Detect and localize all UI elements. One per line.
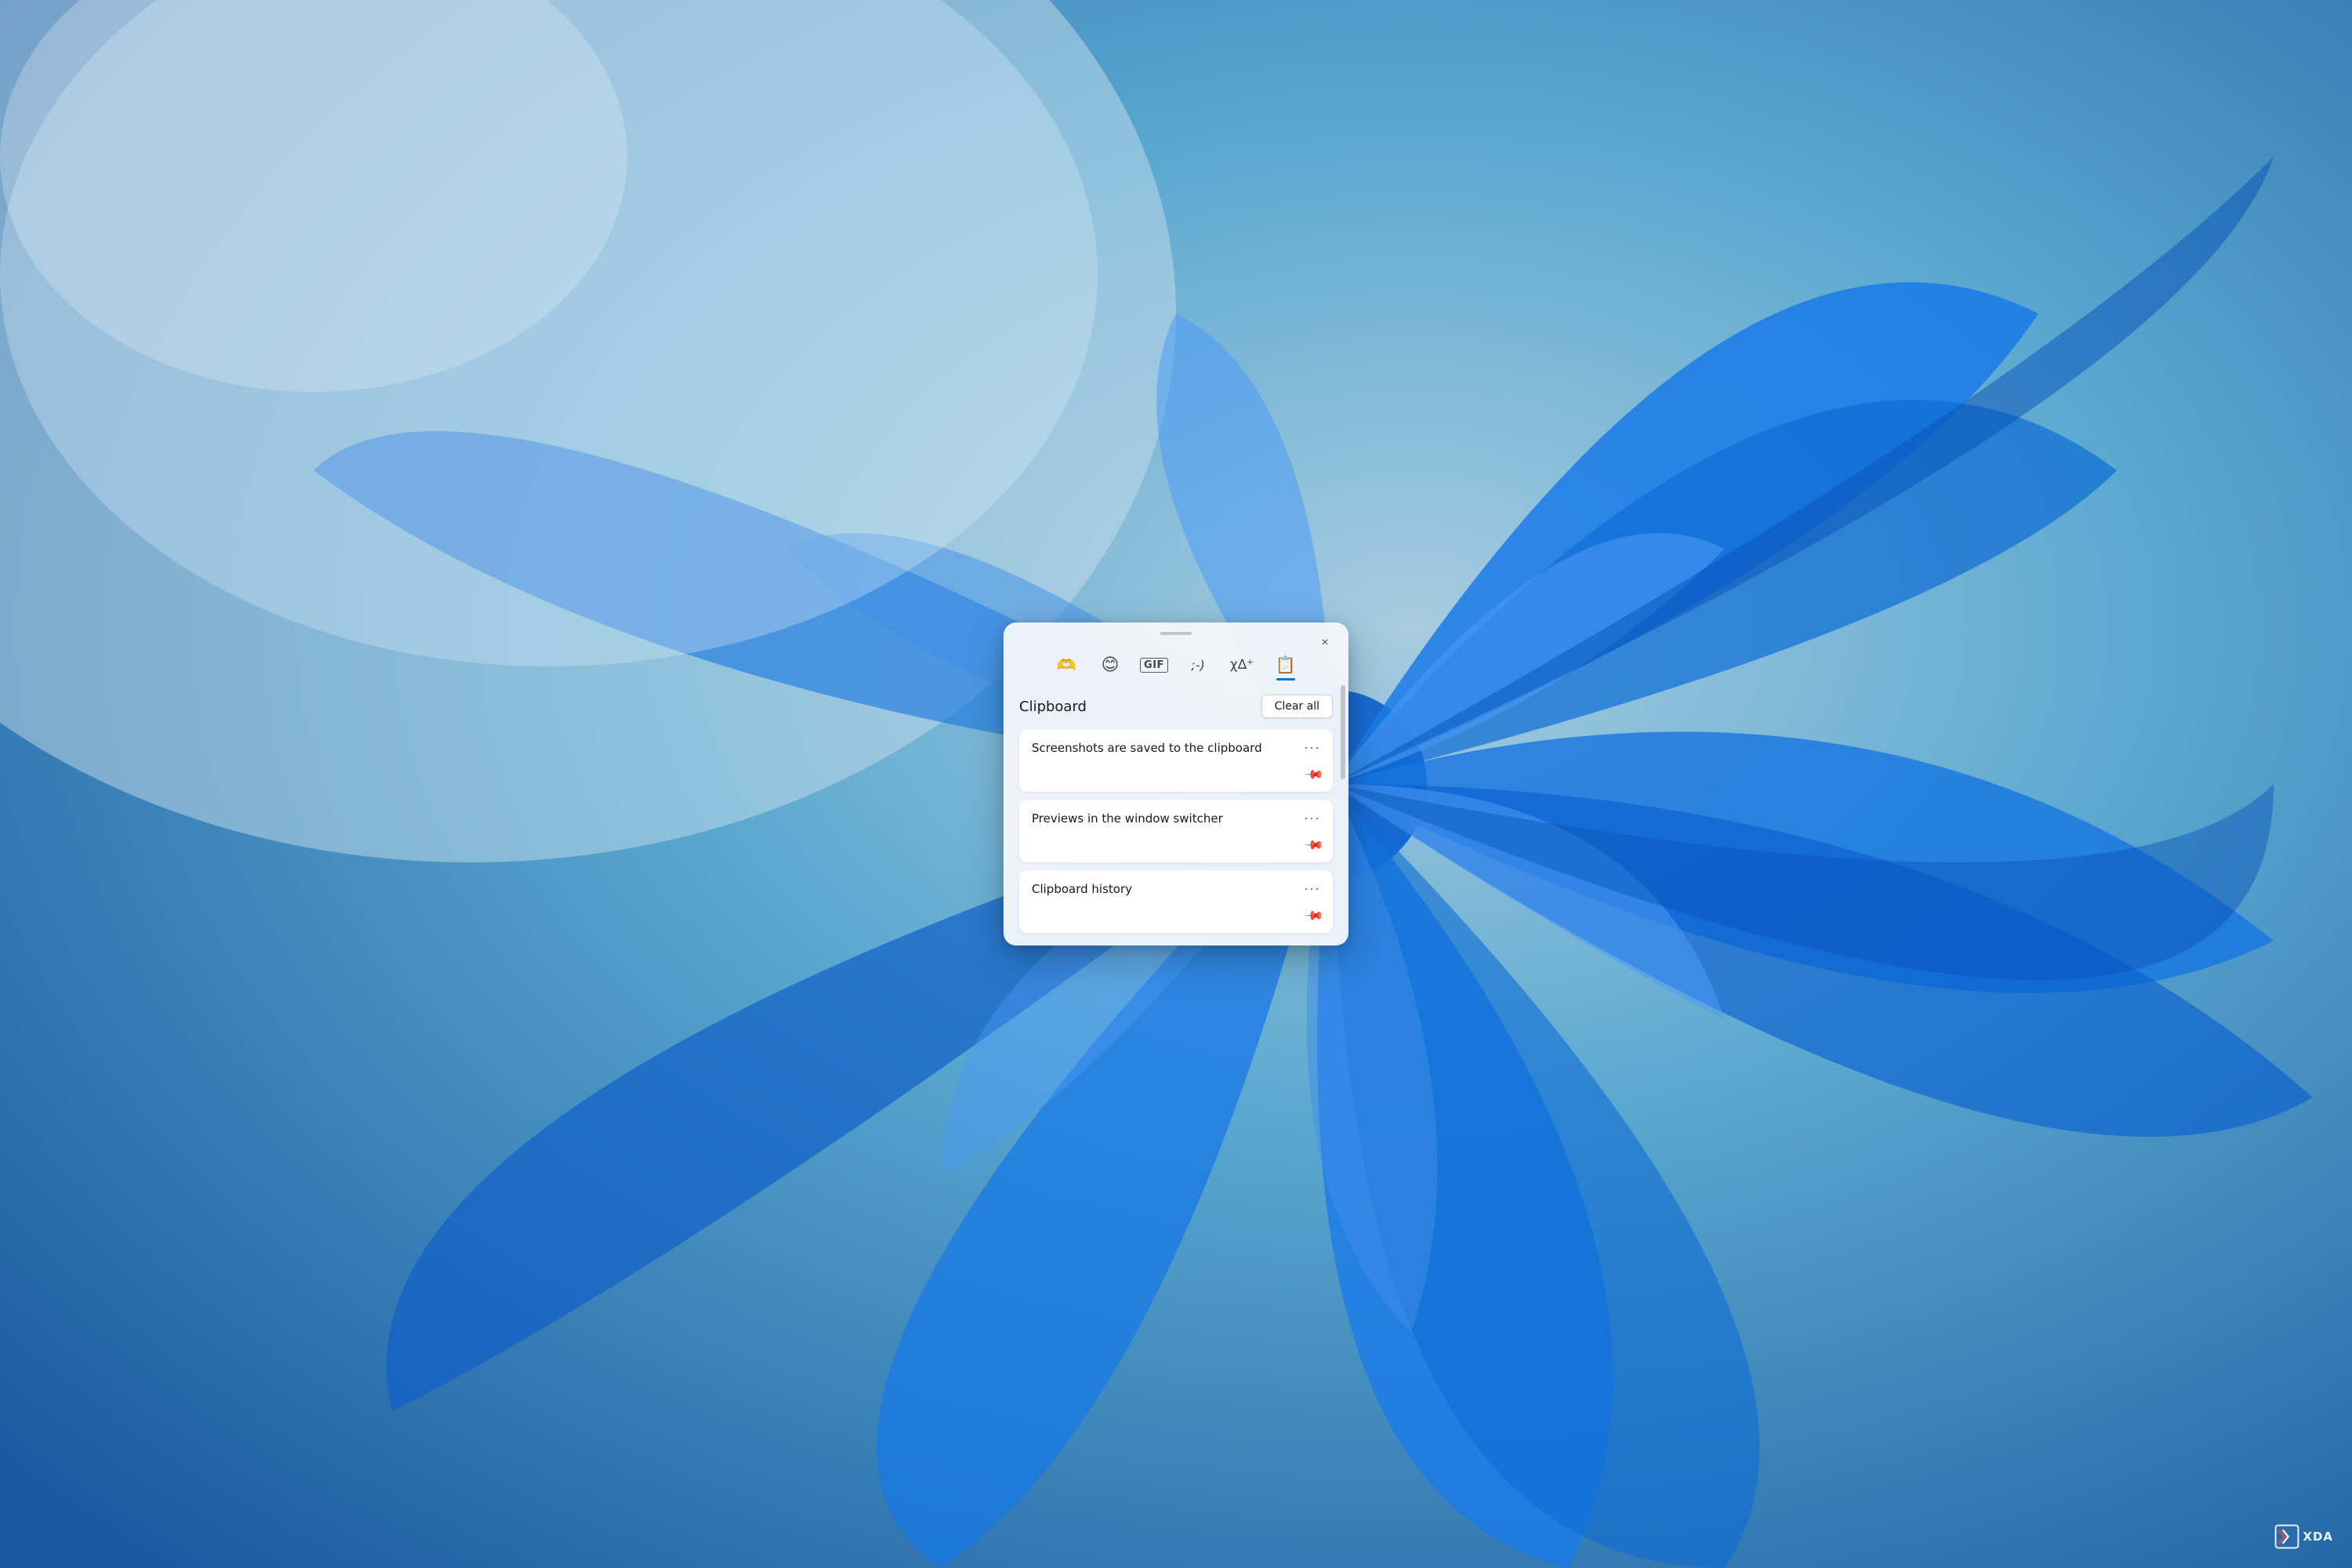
clipboard-header: Clipboard Clear all [1019,695,1333,718]
clipboard-item[interactable]: Clipboard history ··· 📌 [1019,870,1333,933]
tab-symbols[interactable]: χ∆⁺ [1221,648,1262,682]
xda-label: XDA [2303,1530,2333,1544]
item-actions: ··· [1301,739,1323,756]
tab-kaomoji2[interactable]: ;-) [1178,648,1218,682]
tab-gif[interactable]: GIF [1134,648,1174,682]
tab-kaomoji[interactable]: 🫶 [1046,648,1087,682]
item-actions: ··· [1301,880,1323,897]
item-actions: ··· [1301,809,1323,826]
clipboard-icon: 📋 [1276,655,1296,675]
clear-all-button[interactable]: Clear all [1261,695,1333,718]
more-options-button[interactable]: ··· [1301,739,1323,756]
panel-body: Clipboard Clear all Screenshots are save… [1004,685,1348,946]
more-options-button[interactable]: ··· [1301,809,1323,826]
drag-handle-bar [1160,632,1192,635]
close-button[interactable]: × [1312,630,1338,655]
clipboard-panel: × 🫶 😊 GIF ;-) χ∆⁺ 📋 Clipboard Clear all [1004,622,1348,946]
clipboard-items-list: Screenshots are saved to the clipboard ·… [1019,729,1333,933]
drag-handle-area [1004,622,1348,641]
kaomoji2-icon: ;-) [1191,658,1204,673]
tab-bar: 🫶 😊 GIF ;-) χ∆⁺ 📋 [1004,641,1348,685]
clipboard-item[interactable]: Previews in the window switcher ··· 📌 [1019,800,1333,862]
item-text: Previews in the window switcher [1032,811,1320,827]
emoji-icon: 😊 [1102,655,1120,675]
item-text: Screenshots are saved to the clipboard [1032,740,1320,757]
pin-button[interactable]: 📌 [1301,832,1327,858]
tab-emoji[interactable]: 😊 [1090,648,1131,682]
scrollbar-thumb[interactable] [1341,685,1345,779]
kaomoji-icon: 🫶 [1057,655,1076,674]
pin-button[interactable]: 📌 [1301,902,1327,929]
xda-logo-icon [2274,1524,2299,1549]
scrollbar-track [1341,685,1345,933]
pin-button[interactable]: 📌 [1301,761,1327,788]
clipboard-item[interactable]: Screenshots are saved to the clipboard ·… [1019,729,1333,792]
xda-watermark: XDA [2274,1524,2333,1549]
more-options-button[interactable]: ··· [1301,880,1323,897]
gif-icon: GIF [1140,658,1168,673]
tab-clipboard[interactable]: 📋 [1265,648,1306,682]
symbols-icon: χ∆⁺ [1230,657,1254,673]
item-text: Clipboard history [1032,881,1320,898]
section-title: Clipboard [1019,699,1087,715]
